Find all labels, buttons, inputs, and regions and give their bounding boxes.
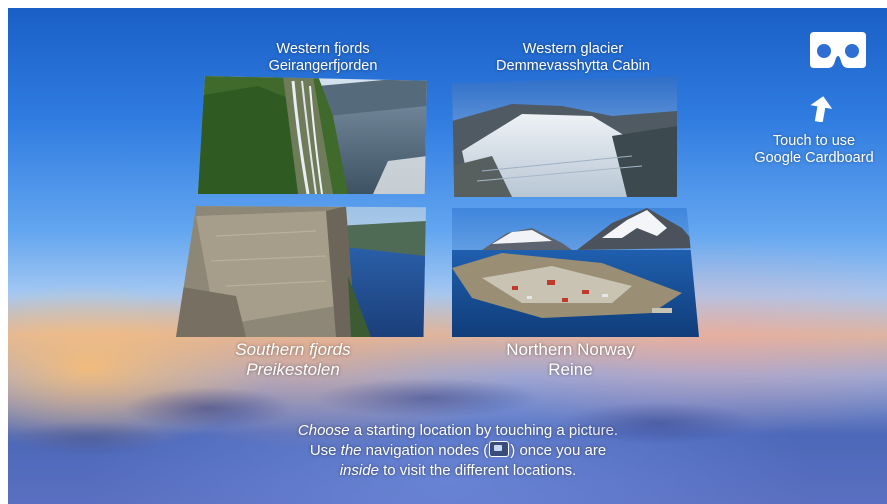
caption-place: Preikestolen [246, 360, 340, 379]
arrow-up-icon [810, 96, 832, 122]
fjord-waterfall-image [198, 76, 427, 194]
location-photo-reine[interactable] [452, 208, 699, 337]
navigation-node-icon [489, 441, 510, 457]
cardboard-viewer-icon[interactable] [808, 30, 868, 72]
caption-region: Northern Norway [506, 340, 635, 359]
cliff-fjord-image [176, 206, 426, 337]
location-photo-geirangerfjorden[interactable] [198, 76, 427, 194]
instructions-text: Choose a starting location by touching a… [238, 421, 678, 481]
caption-northern-norway: Northern Norway Reine [478, 340, 663, 380]
cardboard-hint-line2: Google Cardboard [754, 150, 874, 166]
vr-menu-background: Western fjords Geirangerfjorden Western … [8, 8, 887, 504]
caption-place: Geirangerfjorden [268, 58, 378, 74]
caption-region: Western glacier [522, 41, 624, 57]
instructions-line-3: inside to visit the different locations. [339, 462, 577, 479]
caption-region: Southern fjords [235, 340, 351, 359]
caption-western-fjords: Western fjords Geirangerfjorden [253, 41, 393, 75]
location-photo-demmevasshytta[interactable] [452, 76, 677, 197]
instructions-line-2: Use the navigation nodes () once you are [309, 441, 607, 459]
caption-region: Western fjords [276, 41, 370, 57]
harbour-village-image [452, 208, 699, 337]
cardboard-hint[interactable]: Touch to use Google Cardboard [744, 133, 884, 167]
glacier-image [452, 76, 677, 197]
location-photo-preikestolen[interactable] [176, 206, 426, 337]
caption-place: Reine [548, 360, 593, 379]
instructions-line-1: Choose a starting location by touching a… [297, 422, 619, 439]
cardboard-hint-line1: Touch to use [772, 133, 856, 149]
caption-southern-fjords: Southern fjords Preikestolen [198, 340, 388, 380]
caption-place: Demmevasshytta Cabin [496, 58, 650, 74]
caption-western-glacier: Western glacier Demmevasshytta Cabin [473, 41, 673, 75]
